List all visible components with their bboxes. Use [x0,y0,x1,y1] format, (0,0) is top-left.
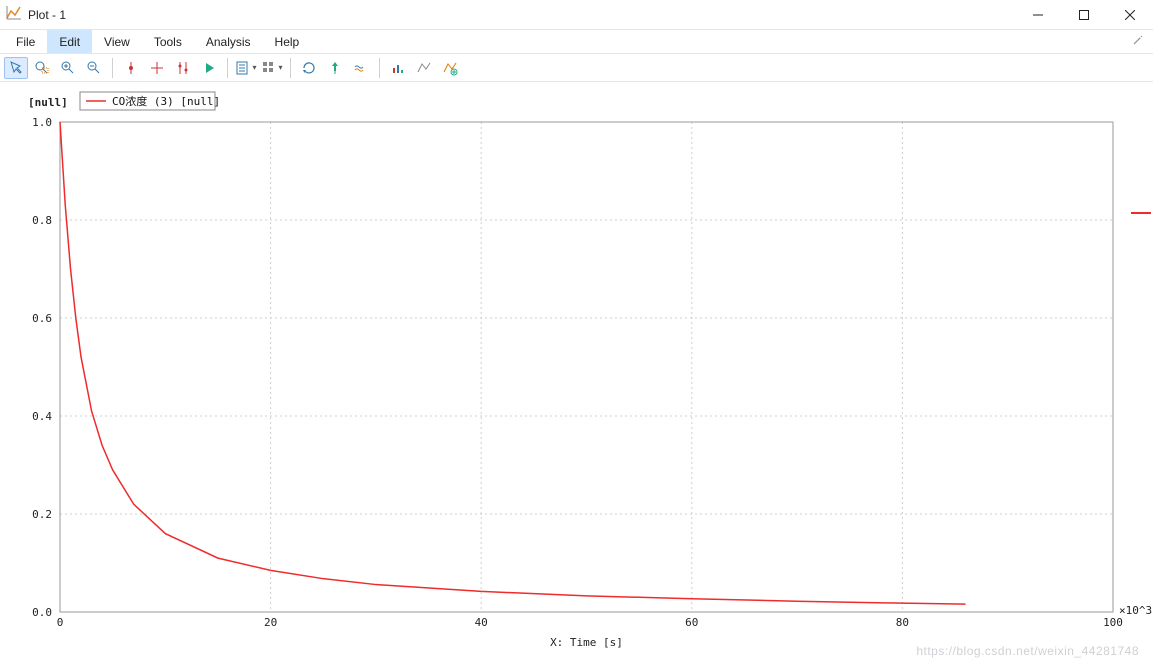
plot-area[interactable]: 0 20 40 60 80 100 0.0 0.2 0.4 0.6 0.8 1.0 [null] X: T… [0,82,1153,662]
svg-text:100: 100 [1103,616,1123,629]
toolbar-separator [379,58,380,78]
menu-help[interactable]: Help [263,30,312,53]
pin-button[interactable] [323,57,347,79]
secondary-series-marker [1131,212,1151,214]
close-button[interactable] [1107,0,1153,30]
menu-tools[interactable]: Tools [142,30,194,53]
chart-canvas: 0 20 40 60 80 100 0.0 0.2 0.4 0.6 0.8 1.0 [null] X: T… [0,82,1153,662]
svg-text:X: Time [s]: X: Time [s] [550,636,623,649]
svg-text:1.0: 1.0 [32,116,52,129]
menu-edit[interactable]: Edit [47,30,92,53]
svg-text:80: 80 [896,616,909,629]
settings-icon[interactable] [1131,33,1145,50]
app-icon [6,5,22,24]
svg-text:0.4: 0.4 [32,410,52,423]
toolbar-separator [112,58,113,78]
svg-text:40: 40 [475,616,488,629]
zoom-in-button[interactable] [56,57,80,79]
line-chart-button[interactable] [412,57,436,79]
menu-analysis[interactable]: Analysis [194,30,263,53]
point-probe-button[interactable] [119,57,143,79]
multi-cursor-button[interactable] [171,57,195,79]
window-title: Plot - 1 [28,8,66,22]
pointer-tool-button[interactable] [4,57,28,79]
layers-button[interactable] [349,57,373,79]
play-button[interactable] [197,57,221,79]
toolbar-separator [290,58,291,78]
svg-text:0.0: 0.0 [32,606,52,619]
svg-text:20: 20 [264,616,277,629]
menu-view[interactable]: View [92,30,142,53]
minimize-button[interactable] [1015,0,1061,30]
watermark-text: https://blog.csdn.net/weixin_44281748 [916,644,1139,658]
menu-file[interactable]: File [4,30,47,53]
crosshair-button[interactable] [145,57,169,79]
svg-text:×10^3: ×10^3 [1119,604,1152,617]
svg-text:[null]: [null] [28,96,68,109]
select-list-button[interactable]: ▾ [234,57,258,79]
svg-text:0: 0 [57,616,64,629]
menu-bar: File Edit View Tools Analysis Help [0,30,1153,54]
toolbar: ▾ ▾ [0,54,1153,82]
maximize-button[interactable] [1061,0,1107,30]
svg-text:CO浓度 (3) [null]: CO浓度 (3) [null] [112,94,220,108]
bar-chart-button[interactable] [386,57,410,79]
add-chart-button[interactable] [438,57,462,79]
toolbar-separator [227,58,228,78]
title-bar: Plot - 1 [0,0,1153,30]
zoom-out-button[interactable] [82,57,106,79]
svg-text:0.8: 0.8 [32,214,52,227]
zoom-rect-button[interactable] [30,57,54,79]
svg-text:0.6: 0.6 [32,312,52,325]
grid-menu-button[interactable]: ▾ [260,57,284,79]
refresh-button[interactable] [297,57,321,79]
svg-text:60: 60 [685,616,698,629]
svg-text:0.2: 0.2 [32,508,52,521]
